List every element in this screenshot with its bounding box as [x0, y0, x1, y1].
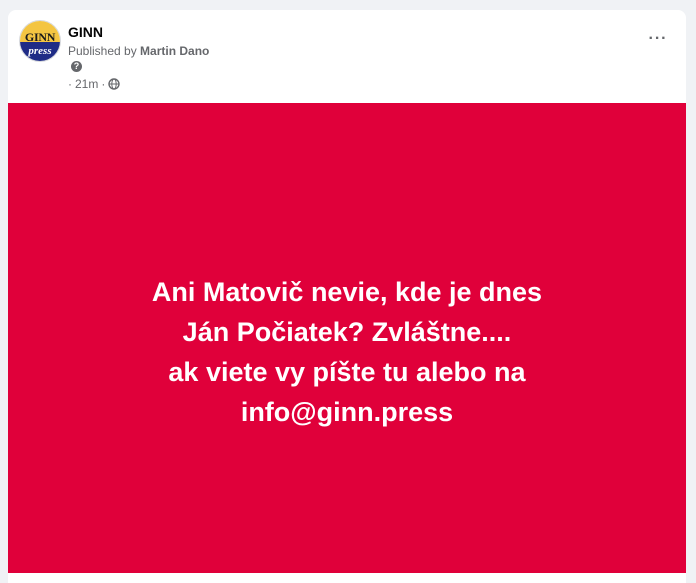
meta-prefix: ·: [68, 77, 72, 91]
page-name-link[interactable]: GINN: [68, 24, 103, 40]
banner-line: ak viete vy píšte tu alebo na: [168, 357, 526, 387]
avatar-logo-top: GINN: [24, 30, 56, 44]
banner-line: Ani Matovič nevie, kde je dnes: [151, 277, 543, 307]
avatar-logo-bottom: press: [28, 45, 52, 57]
banner-text: Ani Matovič nevie, kde je dnes Ján Počia…: [152, 272, 542, 432]
banner-line: info@ginn.press: [240, 397, 454, 427]
help-icon[interactable]: ?: [71, 61, 82, 72]
published-by: Published by Martin Dano: [68, 44, 209, 58]
more-options-button[interactable]: ···: [642, 28, 674, 50]
banner-line: Ján Počiatek? Zvláštne....: [182, 317, 512, 347]
post-footer-strip: [8, 573, 686, 583]
post-card: GINN press GINN Published by Martin Dano…: [8, 10, 686, 583]
post-image-banner[interactable]: Ani Matovič nevie, kde je dnes Ján Počia…: [8, 103, 686, 573]
globe-icon[interactable]: [108, 78, 121, 90]
page-avatar[interactable]: GINN press: [19, 20, 61, 62]
meta-separator: ·: [101, 77, 106, 91]
author-link[interactable]: Martin Dano: [140, 44, 209, 58]
post-time[interactable]: 21m: [75, 77, 98, 91]
published-prefix: Published by: [68, 44, 141, 58]
post-meta: · 21m ·: [68, 77, 121, 91]
more-icon: ···: [648, 30, 668, 47]
